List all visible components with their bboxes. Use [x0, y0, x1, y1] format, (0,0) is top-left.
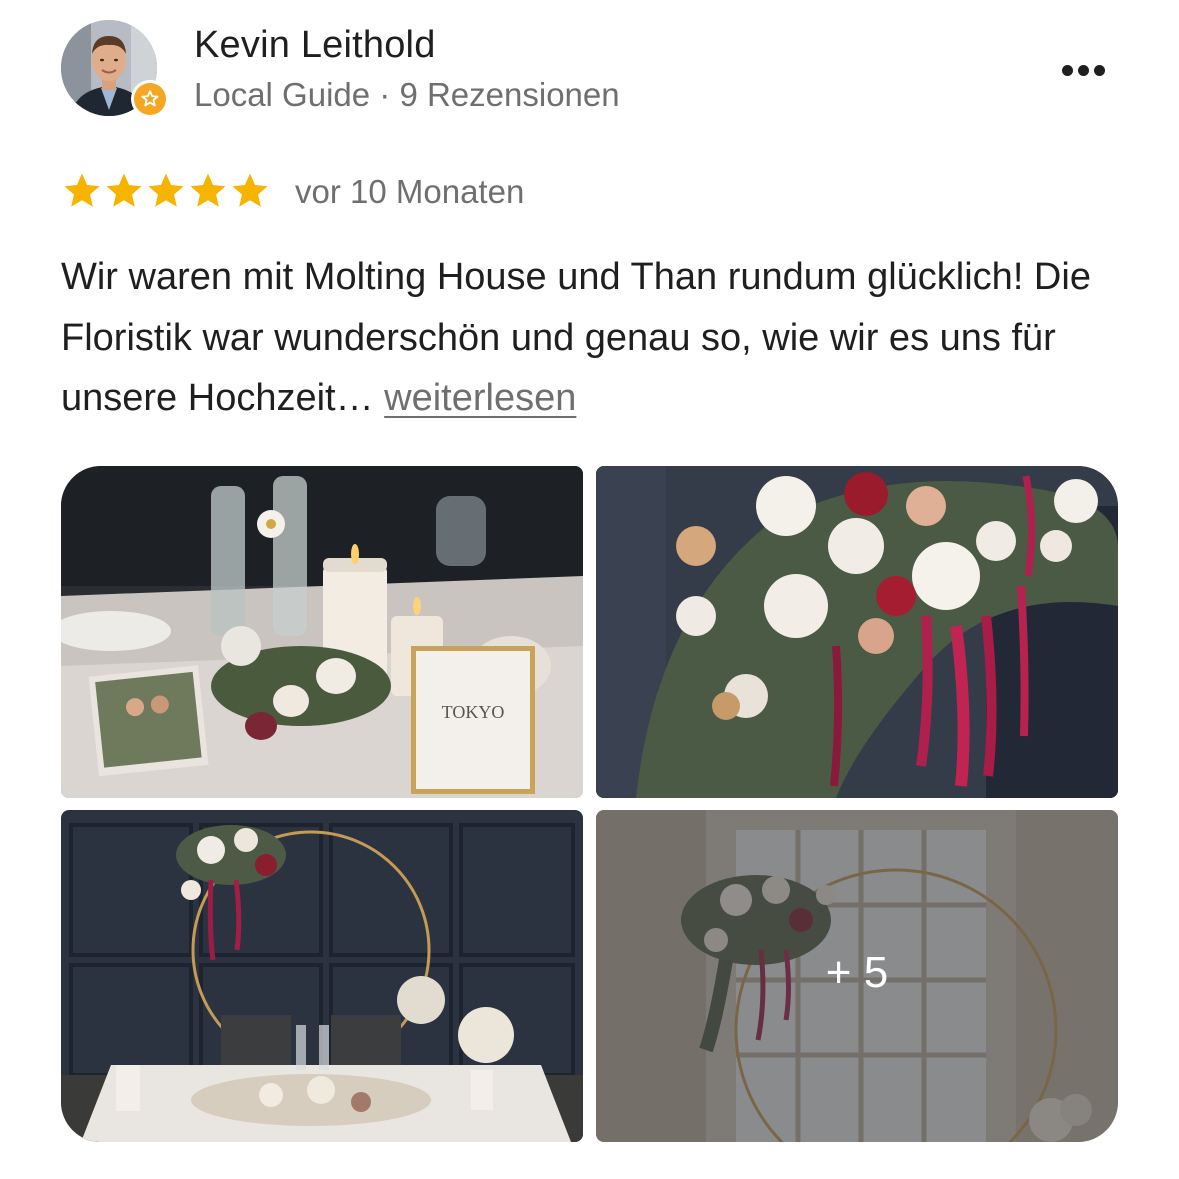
more-options-button[interactable]	[1052, 52, 1114, 88]
review-card: Kevin Leithold Local Guide · 9 Rezension…	[0, 0, 1179, 1179]
dot	[1077, 64, 1089, 76]
star-filled-icon	[106, 173, 142, 207]
arch-table-image	[61, 810, 583, 1142]
star-filled-icon	[190, 173, 226, 207]
local-guide-badge	[131, 80, 169, 118]
read-more-link[interactable]: weiterlesen	[384, 377, 576, 419]
star-filled-icon	[148, 173, 184, 207]
author-name[interactable]: Kevin Leithold	[194, 24, 436, 67]
more-photos-overlay[interactable]: + 5	[596, 810, 1118, 1142]
review-photo-1[interactable]: TOKYO	[61, 466, 583, 798]
author-meta: Local Guide · 9 Rezensionen	[194, 76, 620, 113]
table-card-text: TOKYO	[442, 702, 505, 722]
review-text: Wir waren mit Molting House und Than run…	[61, 247, 1121, 429]
review-photo-3[interactable]	[61, 810, 583, 1142]
star-filled-icon	[64, 173, 100, 207]
review-photo-4[interactable]: + 5	[596, 810, 1118, 1142]
more-photos-count: + 5	[825, 948, 889, 997]
dot	[1093, 64, 1105, 76]
star-filled-icon	[232, 173, 268, 207]
table-setting-image: TOKYO	[61, 466, 583, 798]
more-horizontal-icon	[1061, 64, 1073, 76]
review-date: vor 10 Monaten	[295, 173, 525, 210]
floral-arch-closeup-image	[596, 466, 1118, 798]
review-photo-2[interactable]	[596, 466, 1118, 798]
local-guide-star-icon	[134, 83, 166, 115]
star-rating	[61, 170, 271, 214]
